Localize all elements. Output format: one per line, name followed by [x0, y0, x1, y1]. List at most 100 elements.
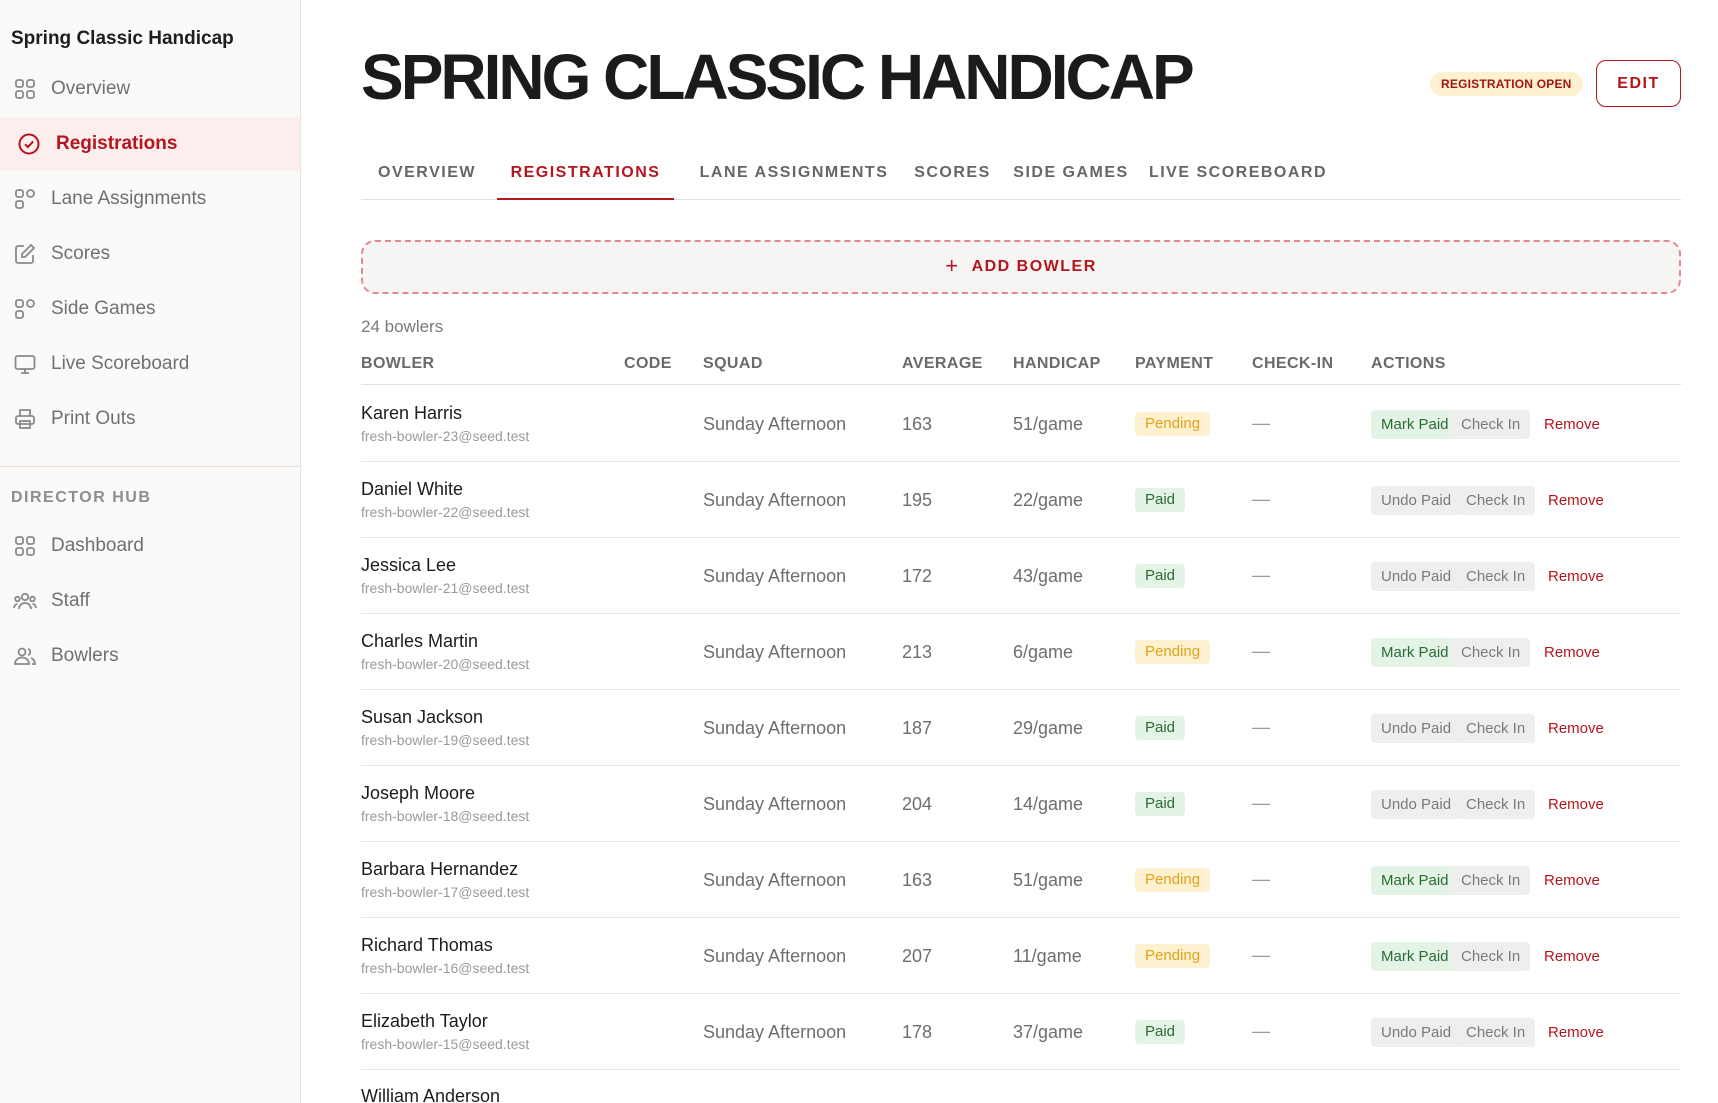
edit-icon [13, 242, 37, 266]
checkin-cell: — [1252, 641, 1270, 661]
sidebar-item-overview[interactable]: Overview [0, 62, 300, 116]
sidebar-divider [0, 466, 300, 467]
table-row: Barbara Hernandez fresh-bowler-17@seed.t… [361, 842, 1681, 918]
table-row: Daniel White fresh-bowler-22@seed.test S… [361, 462, 1681, 538]
grid-icon [13, 77, 37, 101]
remove-button[interactable]: Remove [1534, 410, 1610, 439]
check-in-button[interactable]: Check In [1451, 638, 1531, 667]
users-icon [13, 644, 37, 668]
sidebar-item-scores[interactable]: Scores [0, 227, 300, 281]
bowler-name[interactable]: Barbara Hernandez [361, 859, 518, 880]
average-cell: 195 [902, 490, 933, 510]
printer-icon [13, 407, 37, 431]
sidebar-item-live-scoreboard[interactable]: Live Scoreboard [0, 337, 300, 391]
mark-paid-button[interactable]: Mark Paid [1371, 638, 1459, 667]
squad-cell: Sunday Afternoon [703, 566, 847, 586]
handicap-cell: 14/game [1013, 794, 1084, 814]
tab-registrations[interactable]: REGISTRATIONS [497, 150, 674, 200]
mark-paid-button[interactable]: Mark Paid [1371, 410, 1459, 439]
sidebar-item-dashboard[interactable]: Dashboard [0, 519, 300, 573]
add-bowler-button[interactable]: + ADD BOWLER [361, 240, 1681, 294]
mark-paid-button[interactable]: Mark Paid [1371, 942, 1459, 971]
undo-paid-button[interactable]: Undo Paid [1371, 1018, 1462, 1047]
col-handicap[interactable]: HANDICAP [1013, 355, 1101, 373]
check-in-button[interactable]: Check In [1456, 1018, 1536, 1047]
bowler-name[interactable]: William Anderson [361, 1086, 500, 1103]
check-in-button[interactable]: Check In [1451, 866, 1531, 895]
check-in-button[interactable]: Check In [1456, 562, 1536, 591]
remove-button[interactable]: Remove [1538, 714, 1614, 743]
undo-paid-button[interactable]: Undo Paid [1371, 486, 1462, 515]
bowler-email: fresh-bowler-22@seed.test [361, 504, 530, 520]
remove-button[interactable]: Remove [1538, 562, 1614, 591]
sidebar-item-label: Print Outs [51, 408, 136, 429]
handicap-cell: 37/game [1013, 1022, 1084, 1042]
bowler-name[interactable]: Karen Harris [361, 403, 462, 424]
table-row: Joseph Moore fresh-bowler-18@seed.test S… [361, 766, 1681, 842]
bowler-email: fresh-bowler-21@seed.test [361, 580, 530, 596]
col-bowler[interactable]: BOWLER [361, 355, 435, 373]
tab-side-games[interactable]: SIDE GAMES [1007, 150, 1135, 200]
check-in-button[interactable]: Check In [1451, 410, 1531, 439]
payment-badge: Pending [1135, 868, 1211, 892]
remove-button[interactable]: Remove [1534, 942, 1610, 971]
tab-live-scoreboard[interactable]: LIVE SCOREBOARD [1148, 150, 1328, 200]
bowler-name[interactable]: Susan Jackson [361, 707, 483, 728]
table-header: BOWLER CODE SQUAD AVERAGE HANDICAP PAYME… [361, 353, 1681, 385]
monitor-icon [13, 352, 37, 376]
remove-button[interactable]: Remove [1534, 638, 1610, 667]
tab-overview[interactable]: OVERVIEW [361, 150, 493, 200]
tab-scores[interactable]: SCORES [908, 150, 997, 200]
remove-button[interactable]: Remove [1538, 1018, 1614, 1047]
checkin-cell: — [1252, 1021, 1270, 1041]
sidebar-item-label: Overview [51, 78, 131, 99]
mark-paid-button[interactable]: Mark Paid [1371, 866, 1459, 895]
undo-paid-button[interactable]: Undo Paid [1371, 790, 1462, 819]
check-in-button[interactable]: Check In [1456, 714, 1536, 743]
tab-lane-assignments[interactable]: LANE ASSIGNMENTS [692, 150, 896, 200]
squad-cell: Sunday Afternoon [703, 718, 847, 738]
remove-button[interactable]: Remove [1534, 866, 1610, 895]
staff-icon [13, 589, 37, 613]
average-cell: 163 [902, 870, 933, 890]
col-payment[interactable]: PAYMENT [1135, 355, 1213, 373]
bowler-email: fresh-bowler-20@seed.test [361, 656, 530, 672]
sidebar-item-registrations[interactable]: Registrations [0, 117, 300, 171]
sidebar-item-bowlers[interactable]: Bowlers [0, 629, 300, 683]
check-in-button[interactable]: Check In [1456, 486, 1536, 515]
payment-badge: Pending [1135, 640, 1211, 664]
squad-cell: Sunday Afternoon [703, 870, 847, 890]
remove-button[interactable]: Remove [1538, 790, 1614, 819]
sidebar-item-label: Registrations [56, 133, 178, 154]
bowler-name[interactable]: Joseph Moore [361, 783, 475, 804]
check-in-button[interactable]: Check In [1451, 942, 1531, 971]
check-in-button[interactable]: Check In [1456, 790, 1536, 819]
sidebar: Spring Classic Handicap Overview Registr… [0, 0, 301, 1103]
payment-badge: Paid [1135, 564, 1186, 588]
average-cell: 204 [902, 794, 933, 814]
bowler-name[interactable]: Daniel White [361, 479, 463, 500]
col-check-in[interactable]: CHECK-IN [1252, 355, 1333, 373]
sidebar-item-staff[interactable]: Staff [0, 574, 300, 628]
sidebar-item-print-outs[interactable]: Print Outs [0, 392, 300, 446]
sidebar-title: Spring Classic Handicap [11, 28, 234, 49]
col-squad[interactable]: SQUAD [703, 355, 763, 373]
side-games-icon [13, 297, 37, 321]
squad-cell: Sunday Afternoon [703, 490, 847, 510]
bowler-name[interactable]: Jessica Lee [361, 555, 456, 576]
bowler-email: fresh-bowler-18@seed.test [361, 808, 530, 824]
payment-badge: Pending [1135, 412, 1211, 436]
sidebar-item-side-games[interactable]: Side Games [0, 282, 300, 336]
handicap-cell: 11/game [1013, 946, 1082, 966]
col-code[interactable]: CODE [624, 355, 672, 373]
bowler-name[interactable]: Richard Thomas [361, 935, 493, 956]
edit-button[interactable]: EDIT [1596, 60, 1681, 107]
remove-button[interactable]: Remove [1538, 486, 1614, 515]
undo-paid-button[interactable]: Undo Paid [1371, 562, 1462, 591]
bowler-name[interactable]: Elizabeth Taylor [361, 1011, 488, 1032]
col-average[interactable]: AVERAGE [902, 355, 983, 373]
sidebar-item-lane-assignments[interactable]: Lane Assignments [0, 172, 300, 226]
bowler-name[interactable]: Charles Martin [361, 631, 478, 652]
handicap-cell: 22/game [1013, 490, 1084, 510]
undo-paid-button[interactable]: Undo Paid [1371, 714, 1462, 743]
